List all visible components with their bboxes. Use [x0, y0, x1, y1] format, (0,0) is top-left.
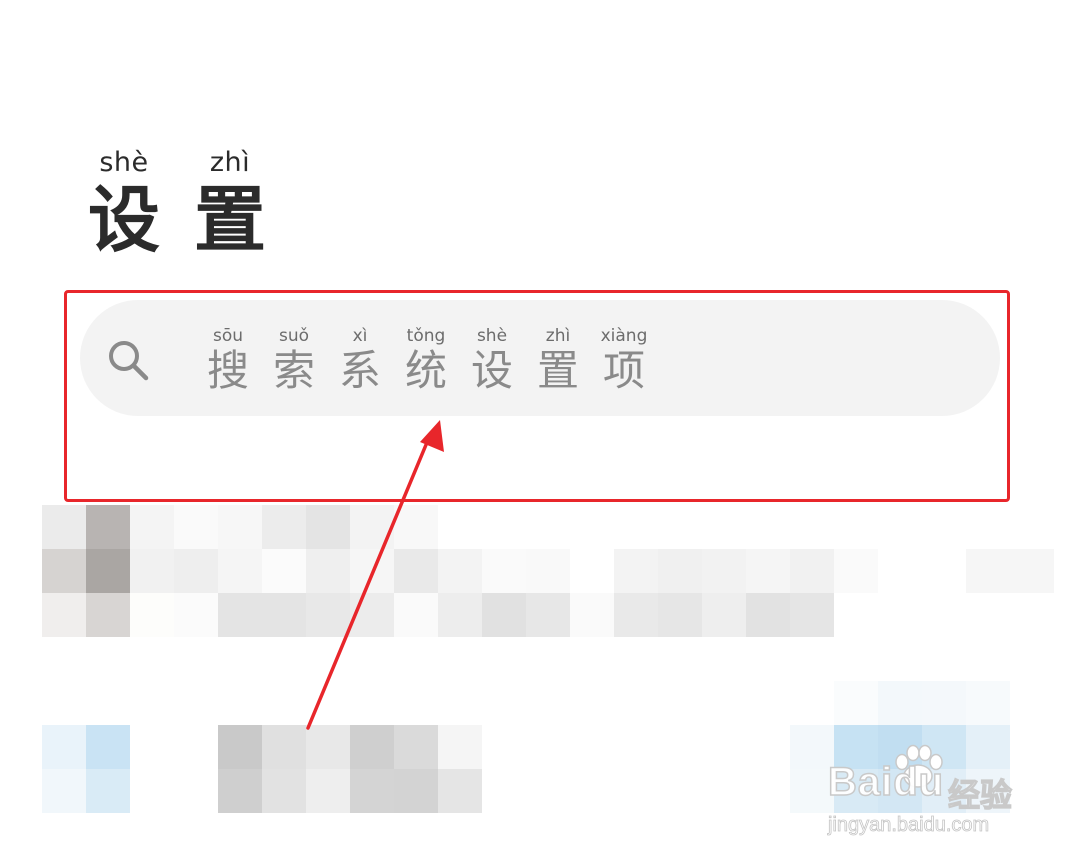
mosaic-cell [834, 549, 878, 593]
mosaic-cell [306, 725, 350, 769]
watermark-url: jingyan.baidu.com [828, 814, 990, 837]
mosaic-cell [218, 549, 262, 593]
mosaic-cell [86, 549, 130, 593]
mosaic-cell [790, 593, 834, 637]
mosaic-cell [966, 681, 1010, 725]
mosaic-cell [86, 725, 130, 769]
watermark: Baidu 经验 jingyan.baidu.com [827, 742, 1064, 850]
mosaic-cell [42, 505, 86, 549]
mosaic-cell [42, 593, 86, 637]
mosaic-cell [394, 505, 438, 549]
mosaic-cell [1010, 549, 1054, 593]
mosaic-cell [86, 593, 130, 637]
mosaic-cell [86, 505, 130, 549]
mosaic-cell [262, 593, 306, 637]
mosaic-cell [42, 549, 86, 593]
mosaic-cell [350, 549, 394, 593]
mosaic-cell [394, 593, 438, 637]
mosaic-cell [394, 549, 438, 593]
page-title: shè 设 zhì 置 [88, 147, 267, 263]
title-hanzi: 设 [88, 178, 161, 262]
watermark-brand-cn: 经验 [947, 775, 1013, 814]
mosaic-cell [350, 725, 394, 769]
mosaic-cell [86, 769, 130, 813]
title-pinyin: shè [99, 147, 149, 178]
mosaic-cell [878, 681, 922, 725]
mosaic-cell [922, 681, 966, 725]
mosaic-cell [262, 769, 306, 813]
mosaic-cell [218, 505, 262, 549]
title-char: zhì 置 [194, 147, 267, 263]
title-hanzi: 置 [194, 178, 267, 262]
mosaic-cell [438, 769, 482, 813]
mosaic-cell [438, 725, 482, 769]
mosaic-cell [702, 593, 746, 637]
mosaic-cell [350, 593, 394, 637]
mosaic-cell [262, 549, 306, 593]
mosaic-cell [130, 549, 174, 593]
mosaic-cell [834, 681, 878, 725]
mosaic-cell [394, 725, 438, 769]
mosaic-cell [174, 549, 218, 593]
mosaic-cell [702, 549, 746, 593]
mosaic-cell [174, 593, 218, 637]
settings-page: shè 设 zhì 置 sōu 搜 suǒ 索 xì 系 tǒng 统 shè … [0, 0, 1077, 862]
mosaic-cell [130, 593, 174, 637]
mosaic-cell [306, 769, 350, 813]
watermark-brand: Baidu [827, 759, 945, 805]
mosaic-cell [658, 593, 702, 637]
mosaic-cell [790, 549, 834, 593]
highlight-frame [64, 290, 1010, 502]
mosaic-cell [174, 505, 218, 549]
mosaic-cell [394, 769, 438, 813]
mosaic-cell [306, 505, 350, 549]
mosaic-cell [262, 725, 306, 769]
title-pinyin: zhì [209, 147, 251, 178]
mosaic-cell [438, 549, 482, 593]
mosaic-cell [218, 593, 262, 637]
mosaic-cell [262, 505, 306, 549]
mosaic-cell [966, 549, 1010, 593]
mosaic-cell [42, 725, 86, 769]
mosaic-cell [614, 549, 658, 593]
mosaic-cell [658, 549, 702, 593]
mosaic-cell [526, 593, 570, 637]
mosaic-cell [746, 593, 790, 637]
mosaic-cell [130, 505, 174, 549]
mosaic-cell [438, 593, 482, 637]
mosaic-cell [570, 593, 614, 637]
mosaic-cell [482, 593, 526, 637]
mosaic-cell [350, 505, 394, 549]
mosaic-cell [218, 769, 262, 813]
mosaic-cell [306, 549, 350, 593]
mosaic-cell [746, 549, 790, 593]
title-char: shè 设 [88, 147, 161, 263]
mosaic-cell [482, 549, 526, 593]
mosaic-cell [306, 593, 350, 637]
mosaic-cell [526, 549, 570, 593]
mosaic-cell [42, 769, 86, 813]
mosaic-cell [614, 593, 658, 637]
mosaic-cell [350, 769, 394, 813]
mosaic-cell [218, 725, 262, 769]
